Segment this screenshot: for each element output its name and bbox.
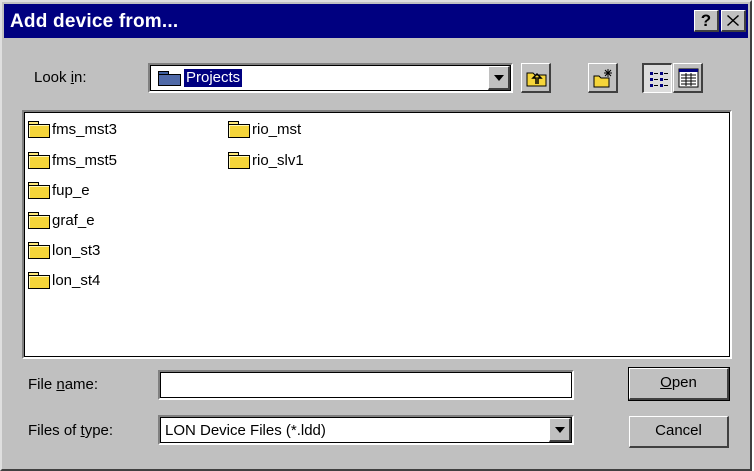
folder-icon [28,241,50,259]
window-title: Add device from... [10,11,179,32]
file-type-value: LON Device Files (*.ldd) [165,422,326,439]
file-name-label: File name: [28,376,99,393]
file-type-label: Files of type: [28,422,114,439]
open-button[interactable]: Open [628,367,730,401]
list-item[interactable]: graf_e [28,209,95,231]
folder-icon [228,120,250,138]
details-view-button[interactable] [673,63,703,93]
open-folder-icon [158,70,182,86]
folder-icon [28,120,50,138]
list-view-icon [650,72,668,87]
details-view-icon [678,68,699,88]
file-type-select[interactable]: LON Device Files (*.ldd) [158,415,574,445]
folder-icon [28,151,50,169]
title-bar[interactable]: Add device from... ? [4,4,748,38]
list-item[interactable]: rio_slv1 [228,149,304,171]
up-folder-icon [526,72,547,87]
list-view-button[interactable] [642,63,672,93]
list-item[interactable]: lon_st3 [28,239,100,261]
create-new-folder-button[interactable] [588,63,618,93]
close-icon [727,15,739,26]
list-item[interactable]: rio_mst [228,118,301,140]
folder-icon [28,271,50,289]
add-device-dialog: Add device from... ? Look in: Projects f… [0,0,752,471]
list-item[interactable]: fup_e [28,179,90,201]
look-in-dropdown-button[interactable] [488,66,510,90]
file-list[interactable]: fms_mst3 fms_mst5 fup_e graf_e lon_st3 l… [22,110,732,359]
cancel-button[interactable]: Cancel [629,416,729,448]
help-button[interactable]: ? [694,10,719,32]
up-one-level-button[interactable] [521,63,551,93]
file-name-input[interactable] [158,370,574,400]
new-folder-icon [593,69,612,88]
list-item[interactable]: fms_mst3 [28,118,117,140]
file-type-dropdown-button[interactable] [549,418,571,442]
look-in-value: Projects [184,69,243,87]
look-in-combo[interactable]: Projects [148,63,513,93]
folder-icon [28,211,50,229]
close-button[interactable] [721,10,746,32]
list-item[interactable]: fms_mst5 [28,149,117,171]
look-in-label: Look in: [34,69,87,86]
folder-icon [228,151,250,169]
list-item[interactable]: lon_st4 [28,269,100,291]
folder-icon [28,181,50,199]
